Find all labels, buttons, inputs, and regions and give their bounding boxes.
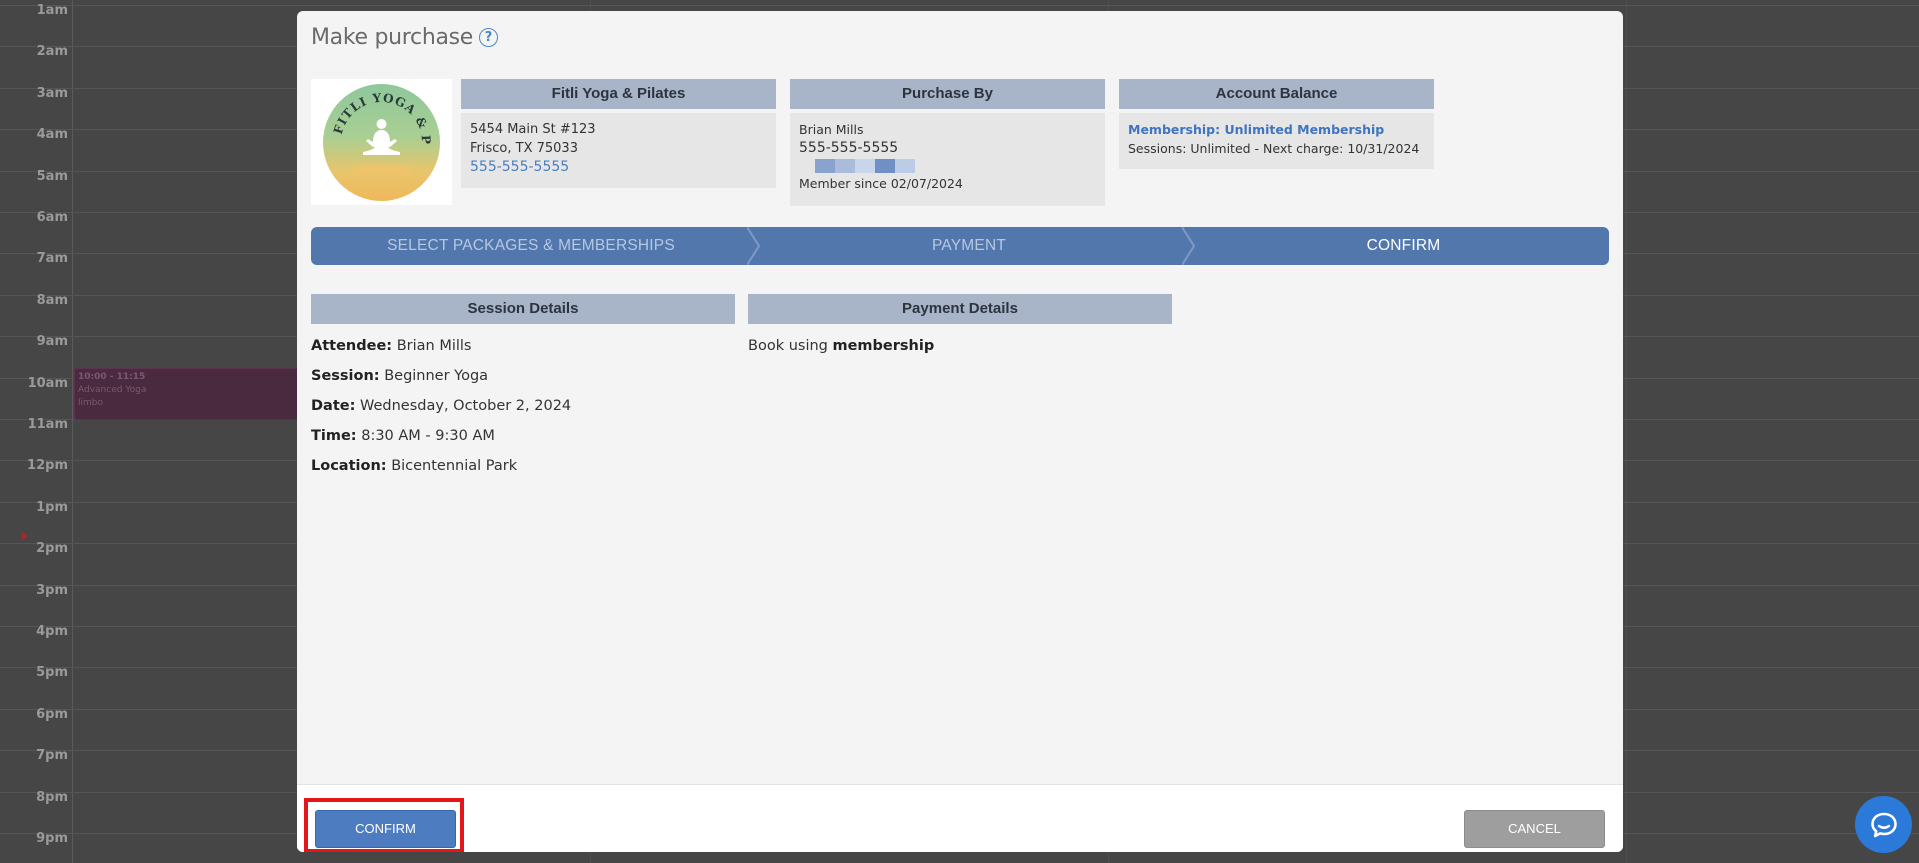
step-payment[interactable]: PAYMENT [763,227,1175,265]
step-separator-icon [1182,227,1196,265]
event-time: 10:00 - 11:15 [78,372,146,382]
calendar-hour-label: 9pm [36,831,68,846]
calendar-hour-label: 7am [36,251,68,267]
purchase-by-body: Brian Mills 555-555-5555 Member since 02… [790,113,1105,206]
step-separator-icon [747,227,761,265]
step-confirm[interactable]: CONFIRM [1198,227,1609,265]
calendar-hour-label: 4pm [36,624,68,639]
chat-bubble-icon [1870,812,1897,837]
event-location: limbo [78,398,103,408]
membership-link[interactable]: Membership: Unlimited Membership [1128,120,1425,139]
calendar-hour-label: 11am [27,417,68,432]
account-balance-card: Account Balance Membership: Unlimited Me… [1119,79,1434,169]
calendar-hour-label: 12pm [27,458,68,474]
calendar-hour-label: 1pm [36,499,68,515]
member-since: Member since 02/07/2024 [799,176,963,191]
payment-details-header: Payment Details [748,294,1172,324]
purchaser-phone: 555-555-5555 [799,140,899,156]
studio-phone-link[interactable]: 555-555-5555 [470,158,767,177]
studio-address-line2: Frisco, TX 75033 [470,141,578,156]
attendee-row: Attendee: Brian Mills [311,338,472,354]
calendar-hour-label: 3am [36,85,68,101]
calendar-hour-label: 10am [27,375,68,391]
studio-card-header: Fitli Yoga & Pilates [461,79,776,109]
purchase-by-card: Purchase By Brian Mills 555-555-5555 Mem… [790,79,1105,206]
account-balance-body: Membership: Unlimited Membership Session… [1119,113,1434,169]
studio-logo-image: FITLI YOGA & PILATES [323,84,440,201]
calendar-hour-label: 9am [36,334,68,350]
modal-header: Make purchase ? [311,25,499,50]
calendar-hour-label: 1am [36,3,68,18]
calendar-hour-label: 6pm [36,706,68,722]
make-purchase-modal: Make purchase ? FITLI YOGA & PILATES Fit… [297,11,1623,852]
calendar-hour-label: 5pm [36,665,68,681]
step-select-packages[interactable]: SELECT PACKAGES & MEMBERSHIPS [311,227,751,265]
purchase-by-header: Purchase By [790,79,1105,109]
sessions-info: Sessions: Unlimited - Next charge: 10/31… [1128,141,1420,156]
cancel-button[interactable]: CANCEL [1464,810,1605,848]
payment-method-row: Book using membership [748,338,935,354]
studio-address-line1: 5454 Main St #123 [470,122,596,137]
studio-card-body: 5454 Main St #123 Frisco, TX 75033 555-5… [461,113,776,188]
calendar-event[interactable]: 10:00 - 11:15 Advanced Yoga limbo [74,368,304,420]
purchase-stepper: SELECT PACKAGES & MEMBERSHIPS PAYMENT CO… [311,227,1609,265]
member-status-bars [815,159,1096,173]
calendar-hour-label: 2pm [36,541,68,557]
studio-logo: FITLI YOGA & PILATES [311,79,452,205]
calendar-hour-label: 6am [36,210,68,225]
session-row: Session: Beginner Yoga [311,368,489,384]
help-icon[interactable]: ? [479,28,499,47]
calendar-hour-label: 8am [36,292,68,308]
modal-footer: CONFIRM CANCEL [297,784,1623,852]
chat-button[interactable] [1855,796,1912,853]
modal-title: Make purchase [311,25,474,50]
session-details-header: Session Details [311,294,735,324]
calendar-hour-label: 5am [36,168,68,184]
calendar-hour-label: 3pm [36,582,68,598]
event-title: Advanced Yoga [78,385,147,395]
current-time-marker [22,532,28,540]
calendar-hour-label: 2am [36,44,68,60]
location-row: Location: Bicentennial Park [311,458,518,474]
calendar-hour-label: 8pm [36,789,68,805]
calendar-hour-label: 4am [36,127,68,143]
date-row: Date: Wednesday, October 2, 2024 [311,398,572,414]
confirm-button[interactable]: CONFIRM [315,810,456,848]
purchaser-name: Brian Mills [799,122,864,137]
calendar-hour-label: 7pm [36,748,68,764]
time-row: Time: 8:30 AM - 9:30 AM [311,428,495,444]
session-details-list: Attendee: Brian Mills Session: Beginner … [311,338,571,488]
account-balance-header: Account Balance [1119,79,1434,109]
studio-card: Fitli Yoga & Pilates 5454 Main St #123 F… [461,79,776,188]
